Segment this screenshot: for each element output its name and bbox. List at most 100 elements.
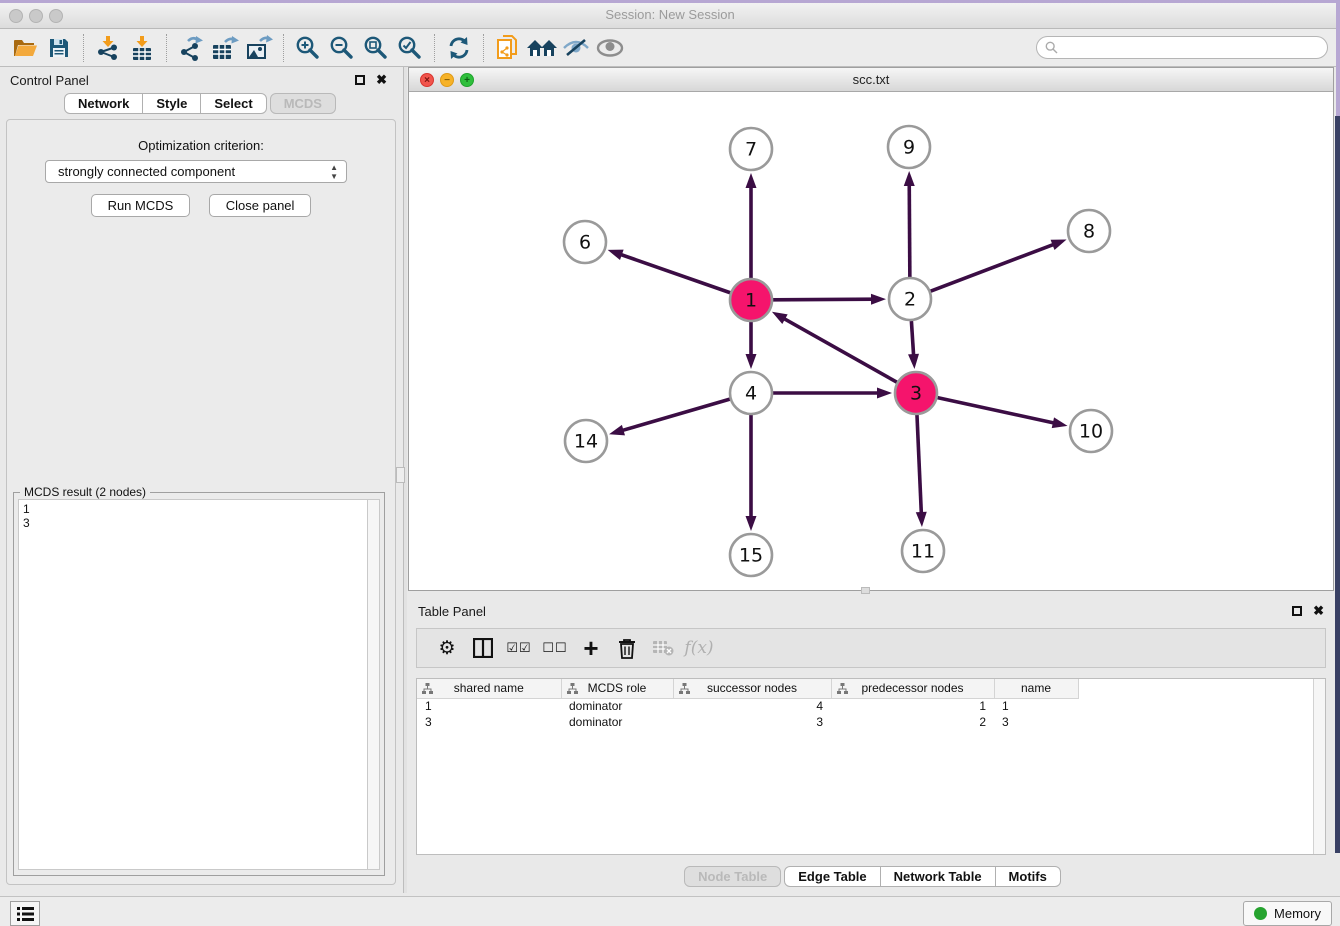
hide-eye-icon[interactable]: [559, 32, 593, 64]
table-cell[interactable]: 4: [673, 698, 831, 714]
zoom-in-icon[interactable]: [291, 32, 325, 64]
edge-arrowhead-icon: [609, 425, 625, 436]
table-cell[interactable]: 1: [994, 698, 1078, 714]
graph-edge-1-2[interactable]: [773, 294, 886, 305]
graph-edge-3-10[interactable]: [937, 398, 1067, 428]
tab-style[interactable]: Style: [142, 93, 201, 114]
float-panel-icon[interactable]: [355, 75, 365, 85]
close-panel-icon[interactable]: ✖: [376, 72, 387, 88]
delete-trash-icon[interactable]: [609, 632, 645, 664]
home-icon[interactable]: [525, 32, 559, 64]
function-builder-icon[interactable]: f(x): [681, 632, 717, 664]
graph-node-14[interactable]: 14: [565, 420, 607, 462]
tab-network[interactable]: Network: [64, 93, 143, 114]
graph-node-4[interactable]: 4: [730, 372, 772, 414]
save-session-icon[interactable]: [42, 32, 76, 64]
table-cell[interactable]: 2: [831, 714, 994, 730]
table-cell[interactable]: 1: [831, 698, 994, 714]
task-history-button[interactable]: [10, 901, 40, 926]
tab-network-table[interactable]: Network Table: [880, 866, 996, 887]
float-table-panel-icon[interactable]: [1292, 606, 1302, 616]
titlebar: Session: New Session: [0, 3, 1340, 29]
graph-node-3[interactable]: 3: [895, 372, 937, 414]
graph-node-9[interactable]: 9: [888, 126, 930, 168]
select-all-columns-icon[interactable]: ☑☑: [501, 632, 537, 664]
criterion-select[interactable]: strongly connected component ▲▼: [45, 160, 347, 183]
graph-edge-4-14[interactable]: [609, 399, 730, 435]
graph-node-10[interactable]: 10: [1070, 410, 1112, 452]
graph-edge-1-6[interactable]: [608, 250, 731, 293]
show-eye-icon[interactable]: [593, 32, 627, 64]
graph-node-7[interactable]: 7: [730, 128, 772, 170]
table-row[interactable]: 1dominator411: [417, 698, 1313, 714]
zoom-fit-icon[interactable]: [359, 32, 393, 64]
column-header-successor-nodes[interactable]: successor nodes: [673, 679, 831, 698]
column-header-predecessor-nodes[interactable]: predecessor nodes: [831, 679, 994, 698]
zoom-out-icon[interactable]: [325, 32, 359, 64]
graph-edge-3-1[interactable]: [772, 312, 897, 382]
delete-column-icon[interactable]: [645, 632, 681, 664]
network-from-selection-icon[interactable]: [491, 32, 525, 64]
tab-node-table[interactable]: Node Table: [684, 866, 781, 887]
create-column-icon[interactable]: +: [573, 632, 609, 664]
graph-edge-2-3[interactable]: [908, 321, 919, 369]
zoom-selected-icon[interactable]: [393, 32, 427, 64]
result-scrollbar[interactable]: [368, 499, 380, 870]
graph-edge-4-3[interactable]: [773, 388, 892, 399]
column-header-name[interactable]: name: [994, 679, 1078, 698]
show-columns-icon[interactable]: [465, 632, 501, 664]
node-label: 8: [1083, 221, 1095, 243]
optimization-criterion-label: Optimization criterion:: [7, 138, 395, 153]
run-mcds-button[interactable]: Run MCDS: [91, 194, 191, 217]
table-scrollbar[interactable]: [1313, 679, 1325, 854]
table-cell[interactable]: dominator: [561, 698, 673, 714]
graph-edge-2-9[interactable]: [904, 171, 915, 277]
export-table-icon[interactable]: [208, 32, 242, 64]
import-table-icon[interactable]: [125, 32, 159, 64]
table-settings-gear-icon[interactable]: ⚙: [429, 632, 465, 664]
export-image-icon[interactable]: [242, 32, 276, 64]
tab-select[interactable]: Select: [200, 93, 266, 114]
table-cell[interactable]: 1: [417, 698, 561, 714]
graph-edge-1-7[interactable]: [746, 173, 757, 278]
graph-node-2[interactable]: 2: [889, 278, 931, 320]
graph-node-8[interactable]: 8: [1068, 210, 1110, 252]
network-window-titlebar[interactable]: × − + scc.txt: [409, 68, 1333, 92]
tab-edge-table[interactable]: Edge Table: [784, 866, 880, 887]
graph-edge-1-4[interactable]: [746, 322, 757, 369]
table-cell[interactable]: 3: [673, 714, 831, 730]
graph-node-11[interactable]: 11: [902, 530, 944, 572]
memory-button[interactable]: Memory: [1243, 901, 1332, 926]
graph-edge-4-15[interactable]: [746, 415, 757, 531]
tab-mcds[interactable]: MCDS: [270, 93, 336, 114]
list-icon: [17, 907, 34, 921]
graph-node-1[interactable]: 1: [730, 279, 772, 321]
refresh-view-icon[interactable]: [442, 32, 476, 64]
vertical-splitter-grip[interactable]: [396, 467, 405, 483]
import-network-icon[interactable]: [91, 32, 125, 64]
search-field[interactable]: [1036, 36, 1328, 59]
table-cell[interactable]: 3: [994, 714, 1078, 730]
graph-edge-3-11[interactable]: [916, 415, 927, 527]
table-cell[interactable]: 3: [417, 714, 561, 730]
close-panel-button[interactable]: Close panel: [209, 194, 312, 217]
tab-motifs[interactable]: Motifs: [995, 866, 1061, 887]
horizontal-splitter-grip[interactable]: [861, 587, 870, 594]
graph-node-6[interactable]: 6: [564, 221, 606, 263]
search-input[interactable]: [1062, 41, 1312, 55]
table-panel: Table Panel ✖ ⚙ ☑☑ ☐☐ + f(x) shared name…: [408, 598, 1334, 893]
table-cell[interactable]: dominator: [561, 714, 673, 730]
open-session-icon[interactable]: [8, 32, 42, 64]
column-type-icon: [567, 683, 578, 694]
column-header-MCDS-role[interactable]: MCDS role: [561, 679, 673, 698]
graph-node-15[interactable]: 15: [730, 534, 772, 576]
graph-edge-2-8[interactable]: [931, 240, 1067, 292]
table-row[interactable]: 3dominator323: [417, 714, 1313, 730]
network-canvas[interactable]: 7 9 6 8 1 2 4 3 14 10 15 11: [409, 92, 1333, 590]
close-table-panel-icon[interactable]: ✖: [1313, 603, 1324, 619]
column-header-shared-name[interactable]: shared name: [417, 679, 561, 698]
unselect-all-columns-icon[interactable]: ☐☐: [537, 632, 573, 664]
export-network-icon[interactable]: [174, 32, 208, 64]
mcds-result-text[interactable]: 1 3: [18, 499, 368, 870]
control-panel: Control Panel ✖ NetworkStyleSelectMCDS O…: [0, 67, 403, 893]
